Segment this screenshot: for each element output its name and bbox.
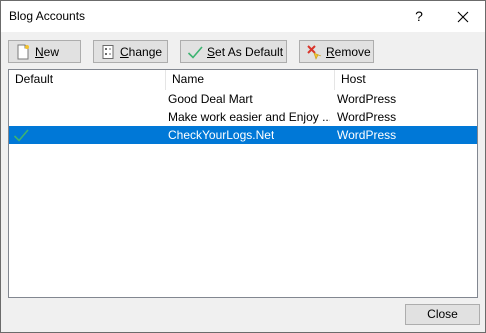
table-row-selected[interactable]: CheckYourLogs.Net WordPress (9, 126, 477, 144)
row-name: CheckYourLogs.Net (168, 128, 275, 142)
help-button[interactable]: ? (397, 1, 441, 32)
column-header-name[interactable]: Name (166, 70, 335, 90)
change-icon (100, 44, 116, 60)
set-default-label-accel: S (207, 44, 216, 59)
close-icon (457, 11, 469, 23)
table-row[interactable]: Good Deal Mart WordPress (9, 90, 477, 108)
set-as-default-button[interactable]: Set As Default (180, 40, 287, 63)
set-default-label: et As Default (215, 44, 284, 59)
window-title: Blog Accounts (9, 9, 86, 23)
close-button[interactable]: Close (405, 304, 480, 325)
new-button[interactable]: New (8, 40, 81, 63)
close-window-button[interactable] (441, 1, 485, 32)
default-checkmark-icon (13, 127, 29, 145)
change-label-accel: C (120, 44, 129, 59)
row-host: WordPress (337, 128, 397, 142)
new-document-icon (15, 44, 31, 60)
row-name: Good Deal Mart (168, 92, 253, 106)
remove-label: emove (334, 44, 371, 59)
new-label-accel: N (35, 44, 44, 59)
row-host: WordPress (337, 92, 397, 106)
change-button[interactable]: Change (93, 40, 168, 63)
row-name: Make work easier and Enjoy ... (168, 110, 330, 124)
remove-icon (306, 44, 322, 60)
blog-accounts-dialog: Blog Accounts ? New Change Set As Defaul… (0, 0, 486, 333)
column-header-host[interactable]: Host (335, 70, 477, 90)
accounts-list[interactable]: Default Name Host Good Deal Mart WordPre… (8, 69, 478, 298)
title-bar: Blog Accounts ? (1, 1, 485, 32)
column-header-default[interactable]: Default (9, 70, 166, 90)
remove-button[interactable]: Remove (299, 40, 374, 63)
row-host: WordPress (337, 110, 397, 124)
new-label: ew (43, 44, 60, 59)
remove-label-accel: R (326, 44, 335, 59)
checkmark-icon (187, 44, 203, 60)
change-label: hange (128, 44, 163, 59)
table-row[interactable]: Make work easier and Enjoy ... WordPress (9, 108, 477, 126)
